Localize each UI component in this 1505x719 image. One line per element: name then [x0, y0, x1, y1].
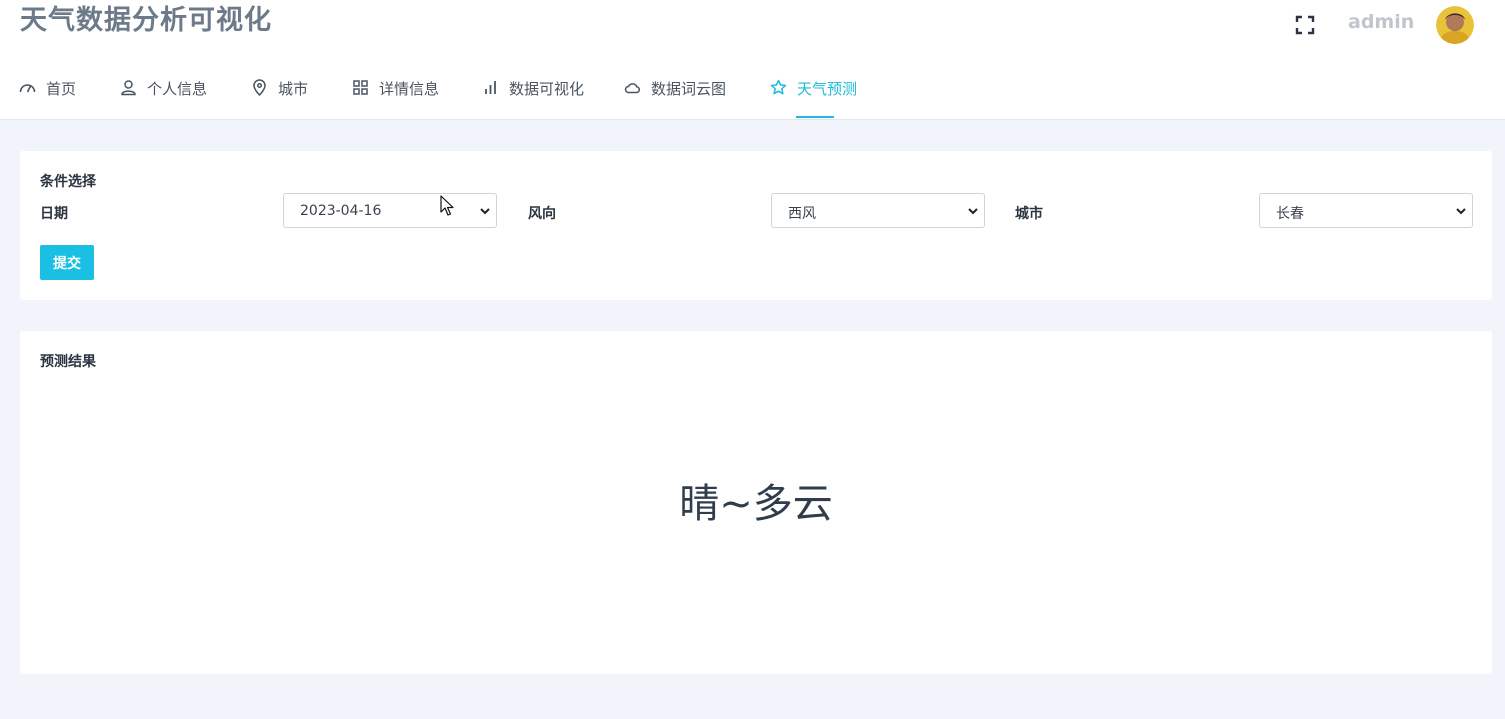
chevron-down-icon: [968, 208, 978, 215]
user-icon: [121, 80, 136, 96]
nav-label: 城市: [278, 80, 309, 98]
date-select-value: 2023-04-16: [300, 203, 382, 219]
star-icon: [770, 79, 787, 95]
nav-item-details[interactable]: 详情信息: [352, 68, 439, 120]
chevron-down-icon: [1456, 208, 1466, 215]
bar-chart-icon: [485, 81, 496, 94]
nav-item-visualization[interactable]: 数据可视化: [482, 68, 584, 120]
top-header: 天气数据分析可视化 admin 首页 个人信息 城市 详情信息 数据可视化 数据…: [0, 0, 1505, 120]
city-label: 城市: [1015, 206, 1043, 222]
date-select[interactable]: 2023-04-16: [283, 193, 497, 228]
city-select-value: 长春: [1276, 206, 1304, 222]
wind-direction-label: 风向: [528, 206, 556, 222]
nav-item-home[interactable]: 首页: [19, 68, 76, 120]
fullscreen-icon[interactable]: [1293, 13, 1317, 37]
city-select[interactable]: 长春: [1259, 193, 1473, 228]
filter-card-title: 条件选择: [40, 174, 96, 190]
wind-direction-select[interactable]: 西风: [771, 193, 985, 228]
nav-item-city[interactable]: 城市: [251, 68, 308, 120]
nav-label: 数据可视化: [509, 80, 585, 98]
result-card: 预测结果 晴~多云: [20, 331, 1492, 674]
app-title: 天气数据分析可视化: [20, 5, 272, 36]
main-nav: 首页 个人信息 城市 详情信息 数据可视化 数据词云图 天气预测: [0, 68, 1505, 120]
speedometer-icon: [19, 84, 36, 93]
user-avatar[interactable]: [1436, 6, 1474, 44]
submit-button[interactable]: 提交: [40, 245, 94, 280]
nav-item-profile[interactable]: 个人信息: [120, 68, 207, 120]
username[interactable]: admin: [1348, 11, 1414, 33]
grid-icon: [353, 80, 368, 95]
filter-card: 条件选择 日期 2023-04-16 风向 西风 城市 长春 提交: [20, 151, 1492, 300]
chevron-down-icon: [480, 208, 490, 215]
nav-label: 个人信息: [147, 80, 208, 98]
forecast-result: 晴~多云: [679, 481, 833, 527]
nav-label: 天气预测: [797, 80, 858, 98]
map-pin-icon: [253, 79, 266, 96]
result-card-title: 预测结果: [40, 354, 96, 370]
cloud-icon: [624, 83, 641, 94]
date-label: 日期: [40, 206, 68, 222]
wind-direction-select-value: 西风: [788, 206, 816, 222]
nav-item-forecast[interactable]: 天气预测: [770, 68, 857, 120]
nav-label: 首页: [46, 80, 77, 98]
nav-item-wordcloud[interactable]: 数据词云图: [624, 68, 726, 120]
nav-label: 数据词云图: [651, 80, 727, 98]
active-tab-indicator: [796, 116, 834, 118]
nav-label: 详情信息: [379, 80, 440, 98]
